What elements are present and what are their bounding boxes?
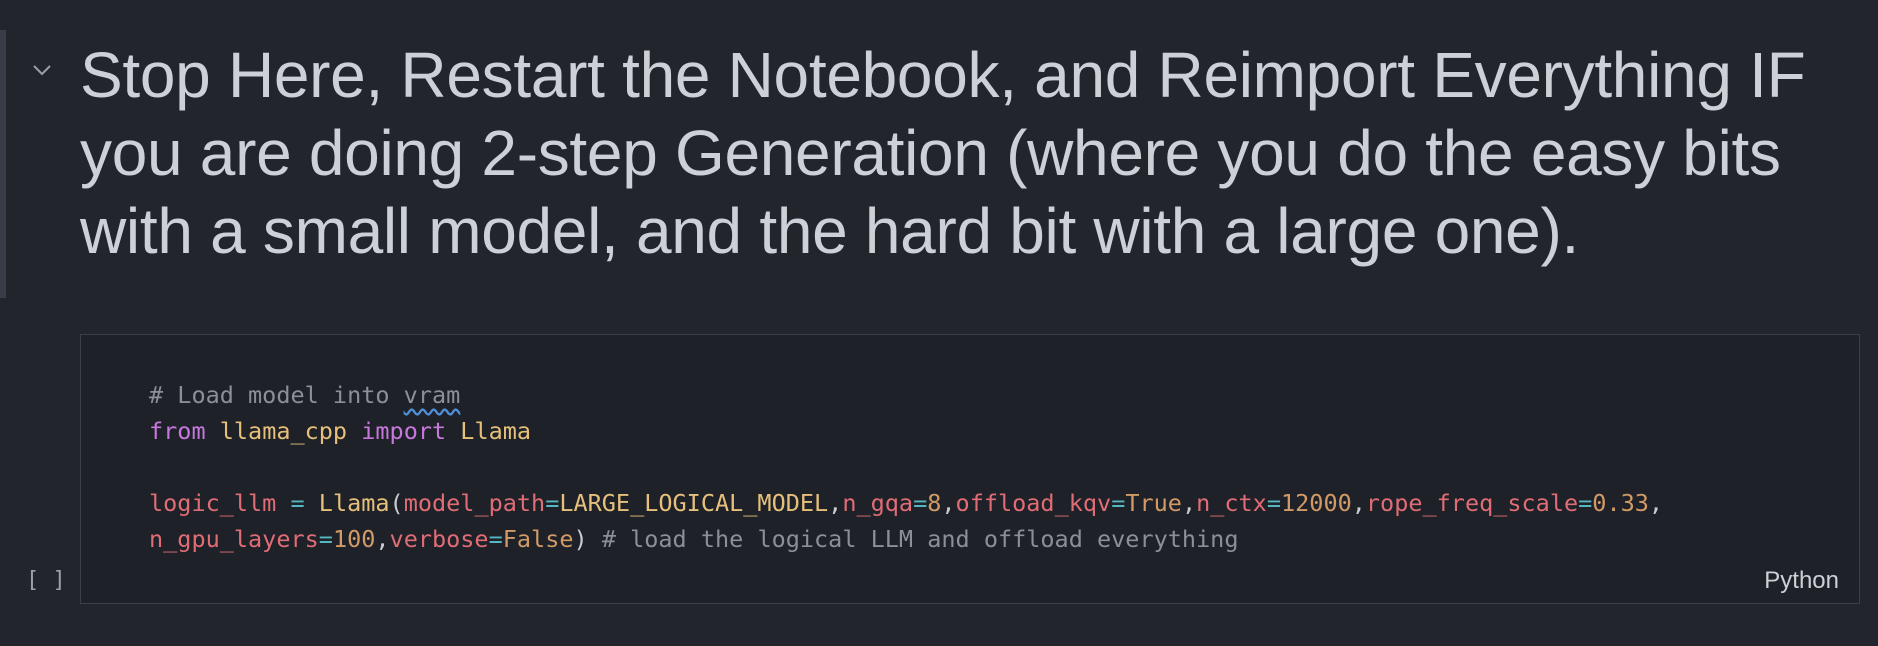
param-eq: =	[545, 489, 560, 517]
keyword-import: import	[361, 417, 447, 445]
comma: ,	[1351, 489, 1366, 517]
param-value: 12000	[1281, 489, 1352, 517]
paren-close: )	[573, 525, 588, 553]
param-eq: =	[1266, 489, 1281, 517]
execution-count[interactable]: [ ]	[26, 568, 66, 593]
comma: ,	[828, 489, 843, 517]
code-line-4: logic_llm = Llama(model_path=LARGE_LOGIC…	[149, 485, 1663, 521]
chevron-down-icon	[33, 65, 51, 76]
param-eq: =	[1578, 489, 1593, 517]
param-name: n_gqa	[842, 489, 914, 517]
code-comment: # load the logical LLM and offload every…	[601, 525, 1239, 553]
param-name: model_path	[403, 489, 546, 517]
param-name: n_ctx	[1196, 489, 1267, 517]
param-name: verbose	[389, 525, 489, 553]
param-value: 8	[927, 489, 942, 517]
keyword-from: from	[149, 417, 206, 445]
cell-language-selector[interactable]: Python	[1764, 567, 1839, 595]
spelling-warning-word[interactable]: vram	[404, 381, 461, 409]
comma: ,	[375, 525, 390, 553]
code-cell[interactable]: # Load model into vram from llama_cpp imp…	[80, 334, 1860, 604]
code-editor[interactable]: # Load model into vram from llama_cpp imp…	[149, 377, 1663, 557]
code-line-1: # Load model into vram	[149, 377, 1663, 413]
code-line-3-blank	[149, 449, 1663, 485]
assign-operator: =	[276, 489, 319, 517]
cell-selection-bar	[0, 30, 6, 298]
module-name: llama_cpp	[219, 417, 348, 445]
code-line-5: n_gpu_layers=100,verbose=False) # load t…	[149, 521, 1663, 557]
code-line-2: from llama_cpp import Llama	[149, 413, 1663, 449]
variable-name: logic_llm	[149, 489, 277, 517]
param-eq: =	[488, 525, 503, 553]
param-eq: =	[913, 489, 928, 517]
param-value: 100	[332, 525, 376, 553]
param-value: False	[502, 525, 574, 553]
comma: ,	[1648, 489, 1664, 517]
param-value: True	[1125, 489, 1182, 517]
imported-class: Llama	[460, 417, 532, 445]
notebook-page: Stop Here, Restart the Notebook, and Rei…	[0, 0, 1878, 646]
comma: ,	[941, 489, 956, 517]
paren-open: (	[389, 489, 404, 517]
markdown-heading: Stop Here, Restart the Notebook, and Rei…	[80, 39, 1806, 267]
code-comment: # Load model into	[149, 381, 404, 409]
param-value: 0.33	[1592, 489, 1649, 517]
param-eq: =	[1111, 489, 1126, 517]
param-name: n_gpu_layers	[149, 525, 319, 553]
param-eq: =	[318, 525, 333, 553]
param-name: rope_freq_scale	[1365, 489, 1579, 517]
comma: ,	[1181, 489, 1197, 517]
param-value: LARGE_LOGICAL_MODEL	[559, 489, 829, 517]
param-name: offload_kqv	[955, 489, 1112, 517]
collapse-section-button[interactable]	[28, 56, 56, 84]
call-class: Llama	[318, 489, 390, 517]
